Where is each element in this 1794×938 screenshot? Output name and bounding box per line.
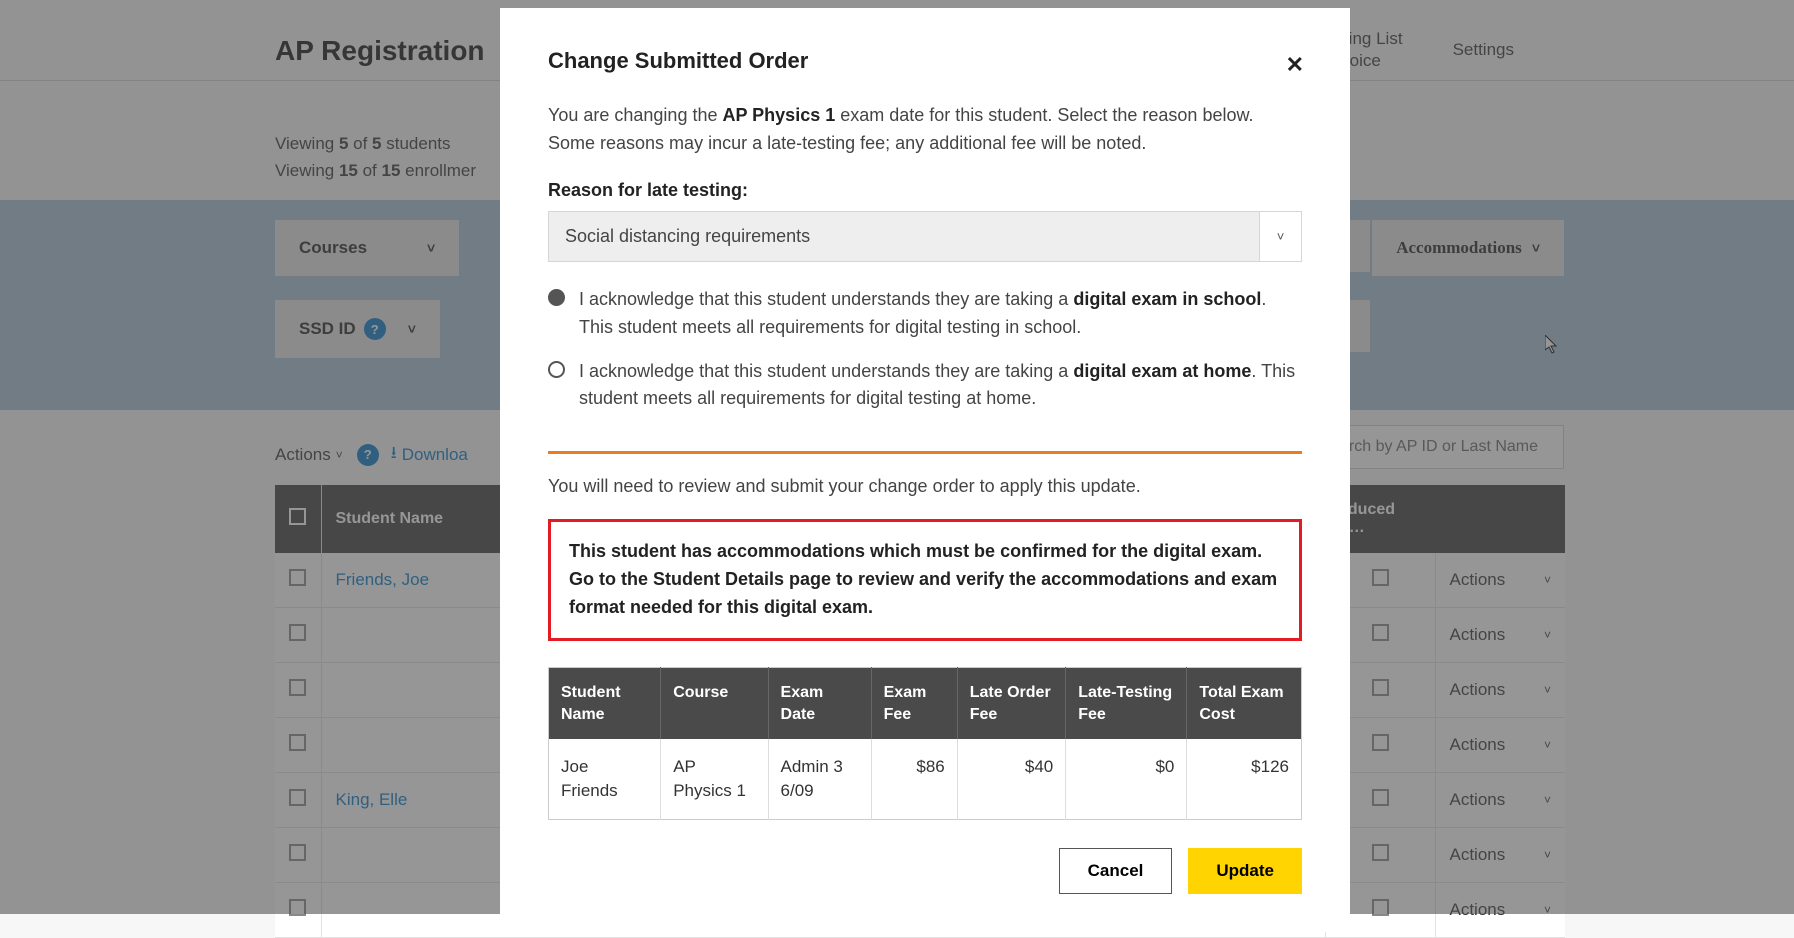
radio-in-school[interactable]: I acknowledge that this student understa… (548, 286, 1302, 342)
cost-summary-table: Student Name Course Exam Date Exam Fee L… (548, 667, 1302, 820)
cost-row: Joe Friends AP Physics 1 Admin 3 6/09 $8… (549, 739, 1302, 819)
cancel-button[interactable]: Cancel (1059, 848, 1173, 894)
change-order-modal: Change Submitted Order ✕ You are changin… (500, 8, 1350, 932)
radio-icon (548, 289, 565, 306)
close-icon[interactable]: ✕ (1286, 52, 1304, 78)
radio-icon (548, 361, 565, 378)
chevron-down-icon[interactable]: ˅ (1260, 211, 1302, 262)
radio-at-home[interactable]: I acknowledge that this student understa… (548, 358, 1302, 414)
modal-intro-text: You are changing the AP Physics 1 exam d… (548, 102, 1302, 158)
reason-select[interactable]: Social distancing requirements ˅ (548, 211, 1302, 262)
review-note: You will need to review and submit your … (548, 476, 1302, 497)
accommodation-alert: This student has accommodations which mu… (548, 519, 1302, 641)
update-button[interactable]: Update (1188, 848, 1302, 894)
reason-label: Reason for late testing: (548, 180, 1302, 201)
modal-title: Change Submitted Order (548, 48, 1302, 74)
reason-select-value: Social distancing requirements (548, 211, 1260, 262)
